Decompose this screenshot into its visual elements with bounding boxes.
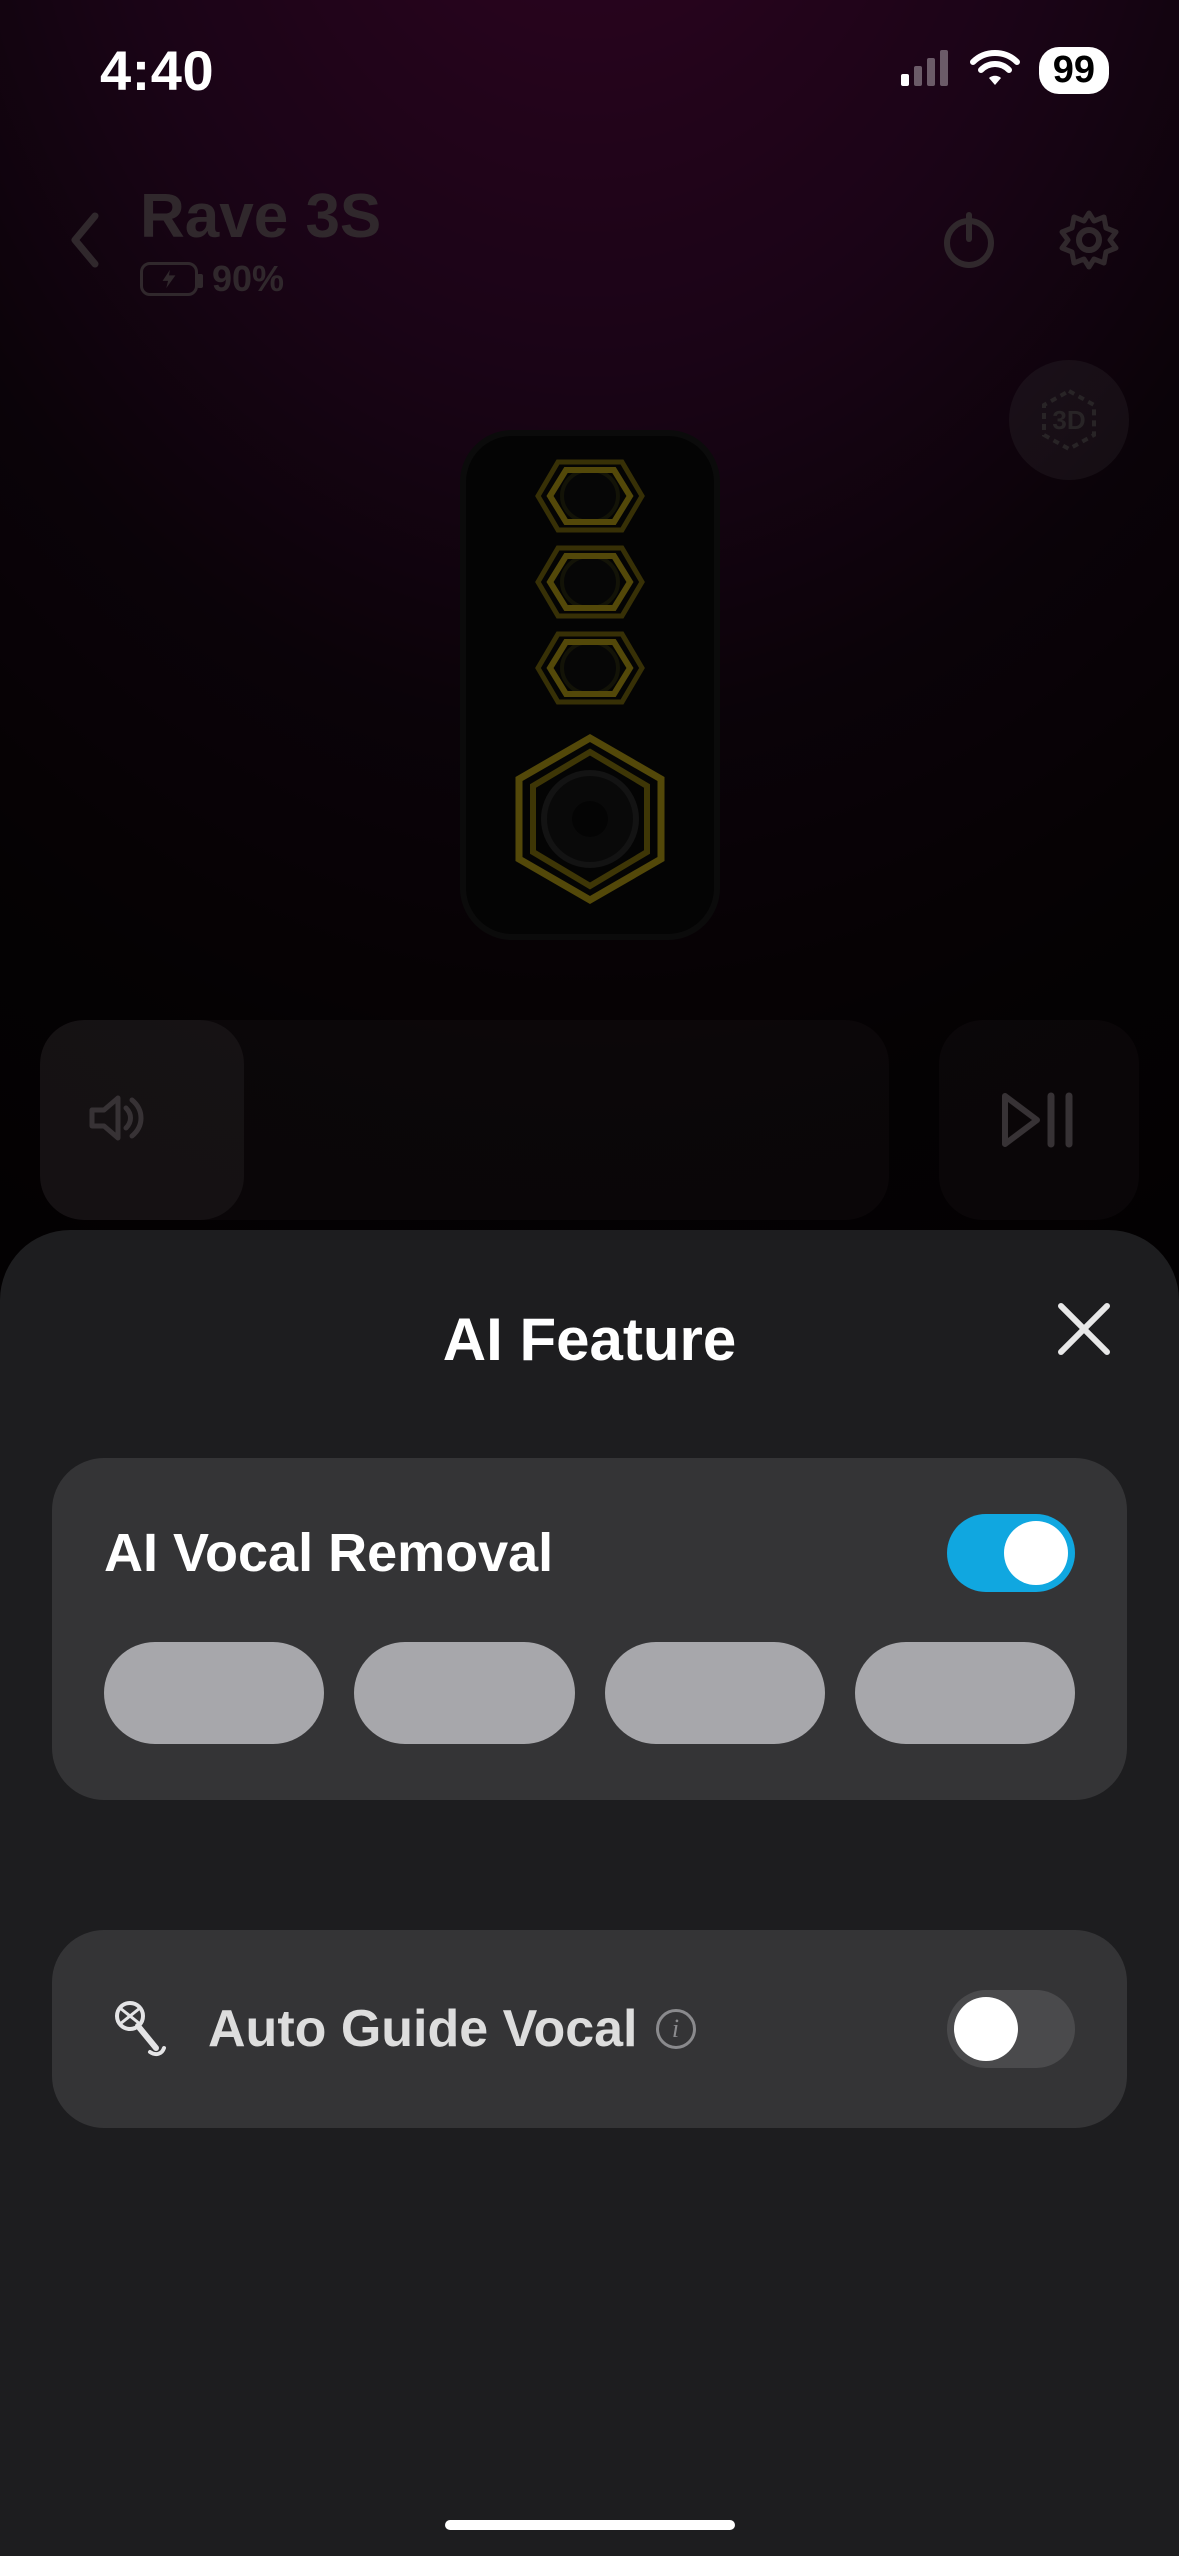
status-time: 4:40 [100, 38, 214, 103]
level-option-4[interactable] [855, 1642, 1075, 1744]
status-right: 99 [901, 47, 1109, 94]
status-bar: 4:40 99 [0, 0, 1179, 140]
sheet-title: AI Feature [443, 1305, 736, 1374]
cellular-icon [901, 50, 951, 91]
close-button[interactable] [1045, 1290, 1123, 1368]
wifi-icon [969, 49, 1021, 92]
battery-pill: 99 [1039, 47, 1109, 94]
auto-guide-label: Auto Guide Vocal [208, 1999, 638, 2059]
info-icon[interactable]: i [656, 2009, 696, 2049]
level-option-1[interactable] [104, 1642, 324, 1744]
vocal-removal-label: AI Vocal Removal [104, 1522, 553, 1584]
vocal-removal-card: AI Vocal Removal [52, 1458, 1127, 1800]
level-option-2[interactable] [354, 1642, 574, 1744]
sheet-header: AI Feature [0, 1284, 1179, 1394]
home-indicator[interactable] [445, 2520, 735, 2530]
vocal-removal-toggle[interactable] [947, 1514, 1075, 1592]
auto-guide-label-row: Auto Guide Vocal i [208, 1999, 696, 2059]
level-option-3[interactable] [605, 1642, 825, 1744]
toggle-knob [1004, 1521, 1068, 1585]
toggle-knob [954, 1997, 1018, 2061]
auto-guide-toggle[interactable] [947, 1990, 1075, 2068]
ai-feature-sheet: AI Feature AI Vocal Removal [0, 1230, 1179, 2556]
auto-guide-card: Auto Guide Vocal i [52, 1930, 1127, 2128]
microphone-icon [104, 1994, 174, 2064]
vocal-removal-levels [104, 1642, 1075, 1744]
